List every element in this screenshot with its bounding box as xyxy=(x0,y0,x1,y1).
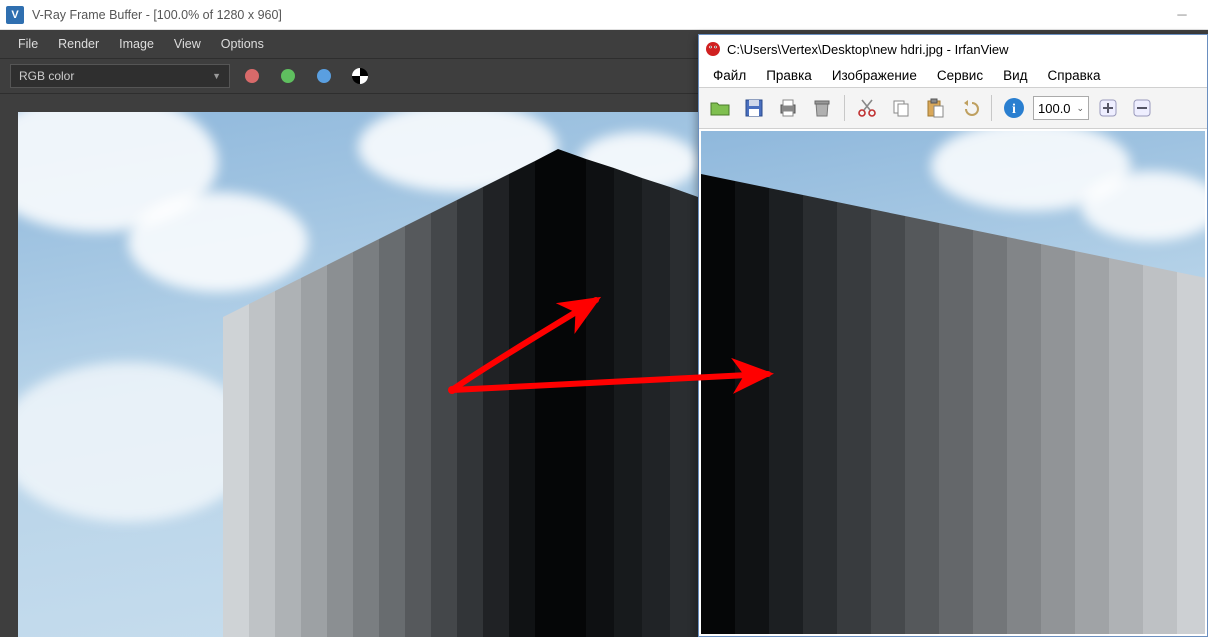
zoom-value-label: 100.0 xyxy=(1038,101,1071,116)
irfan-window-title: C:\Users\Vertex\Desktop\new hdri.jpg - I… xyxy=(727,42,1201,57)
undo-button[interactable] xyxy=(954,93,984,123)
menu-image[interactable]: Image xyxy=(109,33,164,55)
grayscale-wedge xyxy=(701,131,1205,634)
irfan-menu-edit[interactable]: Правка xyxy=(756,66,822,85)
zoom-field[interactable]: 100.0 ⌄ xyxy=(1033,96,1089,120)
irfan-menubar: Файл Правка Изображение Сервис Вид Справ… xyxy=(699,63,1207,87)
irfan-toolbar: i 100.0 ⌄ xyxy=(699,87,1207,129)
open-icon xyxy=(709,97,731,119)
channel-selected-label: RGB color xyxy=(19,69,74,83)
irfanview-logo-icon xyxy=(705,41,721,57)
undo-icon xyxy=(958,97,980,119)
toolbar-separator xyxy=(844,95,845,121)
irfan-viewport[interactable] xyxy=(701,131,1205,634)
vray-titlebar[interactable]: V V-Ray Frame Buffer - [100.0% of 1280 x… xyxy=(0,0,1208,30)
save-button[interactable] xyxy=(739,93,769,123)
print-icon xyxy=(777,97,799,119)
paste-icon xyxy=(924,97,946,119)
cut-icon xyxy=(856,97,878,119)
irfan-menu-service[interactable]: Сервис xyxy=(927,66,993,85)
red-dot-icon xyxy=(245,69,259,83)
irfan-titlebar[interactable]: C:\Users\Vertex\Desktop\new hdri.jpg - I… xyxy=(699,35,1207,63)
save-icon xyxy=(743,97,765,119)
menu-file[interactable]: File xyxy=(8,33,48,55)
irfan-menu-view[interactable]: Вид xyxy=(993,66,1037,85)
irfan-menu-image[interactable]: Изображение xyxy=(822,66,927,85)
print-button[interactable] xyxy=(773,93,803,123)
copy-button[interactable] xyxy=(886,93,916,123)
vray-window-title: V-Ray Frame Buffer - [100.0% of 1280 x 9… xyxy=(32,8,1162,22)
svg-text:i: i xyxy=(1012,102,1016,117)
menu-view[interactable]: View xyxy=(164,33,211,55)
irfan-menu-help[interactable]: Справка xyxy=(1038,66,1111,85)
zoom-out-icon xyxy=(1132,98,1152,118)
red-channel-button[interactable] xyxy=(238,62,266,90)
delete-icon xyxy=(811,97,833,119)
menu-options[interactable]: Options xyxy=(211,33,274,55)
mono-channel-button[interactable] xyxy=(346,62,374,90)
zoom-in-button[interactable] xyxy=(1093,93,1123,123)
green-dot-icon xyxy=(281,69,295,83)
chevron-down-icon: ⌄ xyxy=(1076,103,1084,114)
blue-dot-icon xyxy=(317,69,331,83)
zoom-in-icon xyxy=(1098,98,1118,118)
zoom-out-button[interactable] xyxy=(1127,93,1157,123)
mono-dot-icon xyxy=(352,68,368,84)
irfan-menu-file[interactable]: Файл xyxy=(703,66,756,85)
green-channel-button[interactable] xyxy=(274,62,302,90)
delete-button[interactable] xyxy=(807,93,837,123)
minimize-button[interactable]: ─ xyxy=(1170,5,1194,25)
vray-logo-icon: V xyxy=(6,6,24,24)
open-button[interactable] xyxy=(705,93,735,123)
cut-button[interactable] xyxy=(852,93,882,123)
copy-icon xyxy=(890,97,912,119)
chevron-down-icon: ▼ xyxy=(212,71,221,81)
paste-button[interactable] xyxy=(920,93,950,123)
info-icon: i xyxy=(1002,96,1026,120)
menu-render[interactable]: Render xyxy=(48,33,109,55)
blue-channel-button[interactable] xyxy=(310,62,338,90)
channel-dropdown[interactable]: RGB color ▼ xyxy=(10,64,230,88)
toolbar-separator xyxy=(991,95,992,121)
info-button[interactable]: i xyxy=(999,93,1029,123)
irfanview-window: C:\Users\Vertex\Desktop\new hdri.jpg - I… xyxy=(698,34,1208,637)
